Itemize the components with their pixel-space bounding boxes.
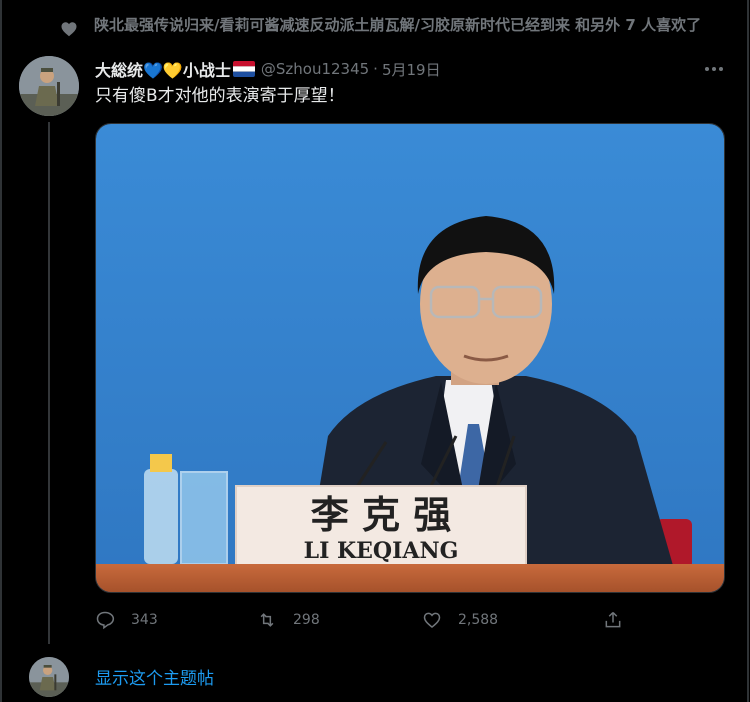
separator-dot: · bbox=[373, 60, 378, 78]
user-handle[interactable]: @Szhou12345 bbox=[261, 60, 369, 78]
share-button[interactable] bbox=[603, 610, 639, 630]
like-count: 2,588 bbox=[458, 612, 499, 628]
display-name[interactable]: 大総统💙💛小战士 bbox=[95, 57, 231, 81]
heart-icon bbox=[61, 22, 77, 37]
tweet-media-photo[interactable]: 李 克 强 LI KEQIANG bbox=[95, 123, 725, 593]
like-icon bbox=[423, 612, 441, 629]
show-thread-link[interactable]: 显示这个主题帖 bbox=[95, 664, 214, 689]
netherlands-flag-icon bbox=[232, 61, 255, 77]
author-avatar[interactable] bbox=[19, 56, 79, 116]
social-context: 陕北最强传说归来/看莉可酱减速反动派土崩瓦解/习胶原新时代已经到来 和另外 7 … bbox=[60, 15, 740, 37]
more-options-icon[interactable] bbox=[703, 62, 725, 76]
like-button[interactable]: 2,588 bbox=[422, 610, 498, 630]
tweet-text: 只有傻B才对他的表演寄于厚望！ bbox=[95, 86, 345, 106]
reply-button[interactable]: 343 bbox=[95, 610, 158, 630]
nameplate-chinese: 李 克 强 bbox=[311, 492, 451, 537]
tweet-date[interactable]: 5月19日 bbox=[382, 59, 441, 80]
tweet-header: 大総统💙💛小战士 @Szhou12345 · 5月19日 bbox=[95, 57, 441, 81]
retweet-count: 298 bbox=[293, 612, 320, 628]
timeline-left-border bbox=[0, 0, 2, 702]
timeline-right-border bbox=[747, 0, 749, 702]
nameplate-english: LI KEQIANG bbox=[304, 538, 459, 564]
reply-icon bbox=[96, 611, 115, 630]
thread-avatar[interactable] bbox=[29, 657, 69, 697]
thread-line bbox=[48, 122, 50, 644]
retweet-icon bbox=[260, 613, 274, 627]
tweet-actions: 343 298 2,588 bbox=[95, 610, 635, 636]
social-context-text[interactable]: 陕北最强传说归来/看莉可酱减速反动派土崩瓦解/习胶原新时代已经到来 和另外 7 … bbox=[94, 15, 701, 35]
share-icon bbox=[605, 611, 621, 628]
retweet-button[interactable]: 298 bbox=[257, 610, 320, 630]
reply-count: 343 bbox=[131, 612, 158, 628]
